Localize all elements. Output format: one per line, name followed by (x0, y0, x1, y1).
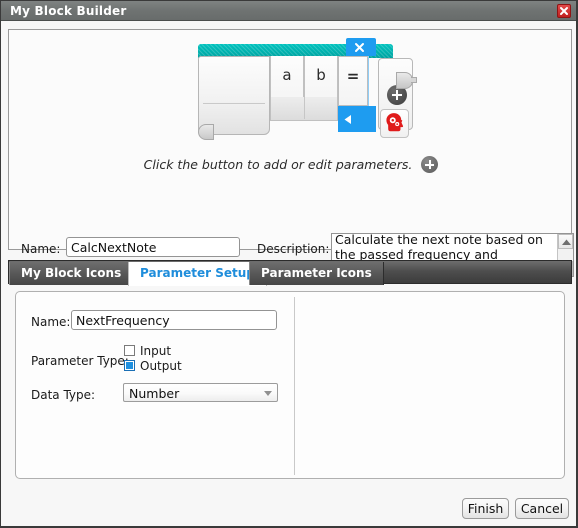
my-block-builder-window: My Block Builder a b = Click the button … (0, 0, 578, 528)
cancel-button[interactable]: Cancel (515, 498, 569, 519)
parameter-setup-panel: Name: Parameter Type: Data Type: Input O… (15, 291, 565, 479)
add-parameter-button[interactable] (421, 156, 439, 173)
brain-gears-glyph (386, 113, 404, 132)
block-graphic: a b = (198, 38, 417, 140)
tab-my-block-icons[interactable]: My Block Icons (9, 262, 134, 285)
selected-slot-collapse-button[interactable] (338, 106, 376, 132)
tab-strip: My Block Icons Parameter Setup Parameter… (8, 260, 572, 286)
window-titlebar: My Block Builder (1, 1, 576, 21)
parameter-type-output-option[interactable]: Output (124, 359, 182, 373)
parameter-name-input[interactable] (71, 310, 277, 330)
close-x-icon (355, 43, 364, 52)
block-description-label: Description: (257, 242, 330, 256)
tab-my-block-icons-label: My Block Icons (21, 266, 122, 280)
block-name-label: Name: (21, 242, 61, 256)
output-checkbox-label: Output (140, 359, 182, 373)
block-definition-panel: a b = Click the button to add or edit pa… (8, 29, 574, 277)
selected-slot-close-button[interactable] (346, 38, 376, 56)
data-type-value: Number (129, 386, 180, 401)
close-x-icon (560, 7, 568, 15)
input-checkbox-label: Input (140, 344, 172, 358)
panel-divider (294, 297, 295, 475)
parameter-type-input-option[interactable]: Input (124, 344, 171, 358)
output-plug-stub (411, 77, 417, 83)
tab-parameter-icons-label: Parameter Icons (261, 266, 372, 280)
window-title: My Block Builder (10, 4, 127, 18)
data-type-select[interactable]: Number (123, 383, 278, 402)
parameter-hint-row: Click the button to add or edit paramete… (9, 156, 573, 173)
parameter-slot-b-label: b (316, 66, 326, 84)
tab-parameter-setup[interactable]: Parameter Setup (128, 262, 267, 286)
scroll-up-button[interactable] (558, 234, 573, 249)
parameter-slot-a-label: a (282, 66, 292, 84)
parameter-hint-text: Click the button to add or edit paramete… (143, 157, 413, 172)
selected-slot-box: = (338, 56, 368, 106)
tab-parameter-icons[interactable]: Parameter Icons (249, 262, 384, 285)
data-type-label: Data Type: (31, 388, 96, 402)
slot-base (270, 97, 338, 121)
selected-parameter-slot[interactable]: = (338, 38, 376, 135)
parameter-name-label: Name: (31, 315, 71, 329)
parameter-type-label: Parameter Type: (31, 354, 129, 368)
block-preview: a b = (190, 38, 417, 140)
close-window-button[interactable] (557, 4, 571, 18)
output-checkbox[interactable] (124, 360, 135, 371)
triangle-up-icon (562, 239, 571, 245)
chevron-down-icon (264, 391, 272, 396)
input-plug-icon (198, 124, 214, 140)
finish-button[interactable]: Finish (462, 498, 509, 519)
block-name-input[interactable] (66, 237, 240, 257)
tab-parameter-setup-label: Parameter Setup (140, 266, 255, 280)
selected-slot-label: = (346, 67, 360, 85)
triangle-left-icon (344, 115, 351, 124)
brain-gears-icon[interactable] (380, 109, 409, 138)
input-checkbox[interactable] (124, 345, 135, 356)
